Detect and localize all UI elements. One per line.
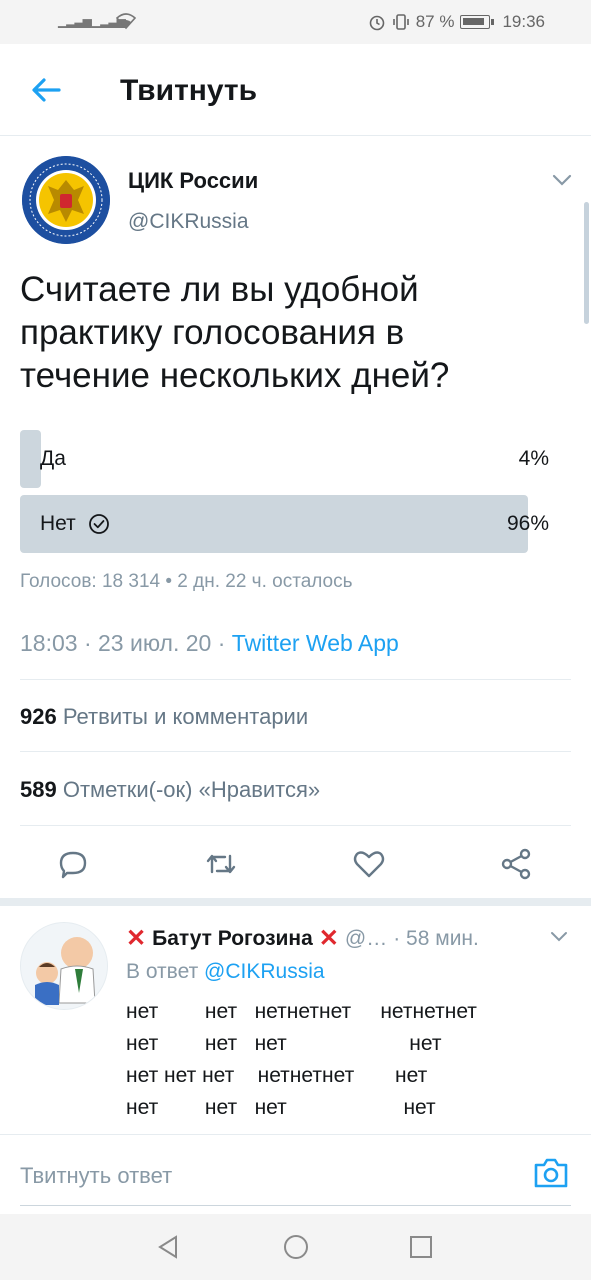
reply-time: · 58 мин. — [393, 926, 479, 950]
reply-icon[interactable] — [55, 846, 91, 882]
nav-back-icon[interactable] — [154, 1232, 184, 1262]
signal-icon: ▁▂▃▅ — [58, 14, 92, 28]
nav-recents-icon[interactable] — [406, 1232, 436, 1262]
divider — [20, 679, 571, 680]
battery-percent: 87 % — [415, 12, 455, 31]
alarm-icon — [369, 15, 385, 31]
back-arrow-icon[interactable] — [26, 70, 66, 110]
status-bar: ▁▂▃▅ ▁▂▃▅ 87 % 19:36 — [0, 0, 591, 44]
poll-option-percent: 4% — [518, 447, 549, 470]
likes-label: Отметки(-ок) «Нравится» — [62, 777, 321, 802]
cartoon-avatar-icon — [21, 923, 107, 1009]
page-title: Твитнуть — [120, 74, 258, 107]
clock: 19:36 — [502, 12, 545, 31]
reply-author-handle[interactable]: @… — [345, 927, 387, 951]
compose-underline — [20, 1205, 571, 1206]
divider — [20, 751, 571, 752]
poll-option-percent: 96% — [506, 512, 549, 535]
likes-stat[interactable]: 589 Отметки(-ок) «Нравится» — [20, 777, 320, 803]
cik-emblem-icon — [22, 156, 110, 244]
tweet-timestamp: 18:03 · 23 июл. 20 · Twitter Web App — [20, 630, 399, 657]
system-nav-bar — [0, 1214, 591, 1280]
poll-option-no: Нет 96% — [20, 495, 549, 553]
camera-icon[interactable] — [532, 1155, 570, 1191]
retweets-count: 926 — [20, 704, 57, 729]
reply-to-prefix: В ответ — [126, 960, 205, 983]
source-link[interactable]: Twitter Web App — [232, 630, 399, 656]
wifi-icon — [116, 13, 136, 30]
poll-option-label: Нет — [40, 512, 76, 535]
retweets-stat[interactable]: 926 Ретвиты и комментарии — [20, 704, 308, 730]
section-separator — [0, 898, 591, 906]
author-handle[interactable]: @CIKRussia — [128, 210, 249, 234]
reply-to: В ответ @CIKRussia — [126, 960, 325, 984]
top-header: Твитнуть — [0, 44, 591, 136]
timestamp-text: 18:03 · 23 июл. 20 · — [20, 630, 232, 656]
retweet-icon[interactable] — [203, 846, 239, 882]
poll-meta: Голосов: 18 314 • 2 дн. 22 ч. осталось — [20, 571, 353, 592]
reply-author-name[interactable]: Батут Рогозина — [152, 927, 313, 951]
chevron-down-icon[interactable] — [550, 170, 574, 190]
cross-mark-icon: ✕ — [318, 925, 339, 952]
cross-mark-icon: ✕ — [126, 925, 147, 952]
compose-bar: Твитнуть ответ — [0, 1134, 591, 1214]
nav-home-icon[interactable] — [281, 1232, 311, 1262]
retweets-label: Ретвиты и комментарии — [62, 704, 309, 729]
battery-icon — [460, 15, 495, 29]
author-avatar[interactable] — [22, 156, 110, 244]
poll-bar — [20, 430, 41, 488]
vibrate-icon — [392, 14, 409, 30]
tweet-text: Считаете ли вы удобной практику голосова… — [20, 270, 450, 395]
divider — [20, 825, 571, 826]
poll-option-yes: Да 4% — [20, 430, 549, 488]
author-name[interactable]: ЦИК России — [128, 168, 258, 194]
reply-author-avatar[interactable] — [20, 922, 108, 1010]
reply-to-handle[interactable]: @CIKRussia — [204, 960, 325, 983]
like-icon[interactable] — [351, 846, 387, 882]
reply-header: ✕ Батут Рогозина ✕ @… · 58 мин. — [126, 924, 479, 953]
likes-count: 589 — [20, 777, 57, 802]
reply-text: нет нет нетнетнет нетнетнет нет нет нет … — [126, 1000, 477, 1119]
compose-input[interactable]: Твитнуть ответ — [20, 1163, 172, 1189]
scrollbar[interactable] — [584, 202, 589, 324]
poll-option-label: Да — [40, 447, 66, 470]
chevron-down-icon[interactable] — [548, 928, 570, 946]
check-circle-icon — [88, 514, 109, 534]
share-icon[interactable] — [498, 846, 534, 882]
